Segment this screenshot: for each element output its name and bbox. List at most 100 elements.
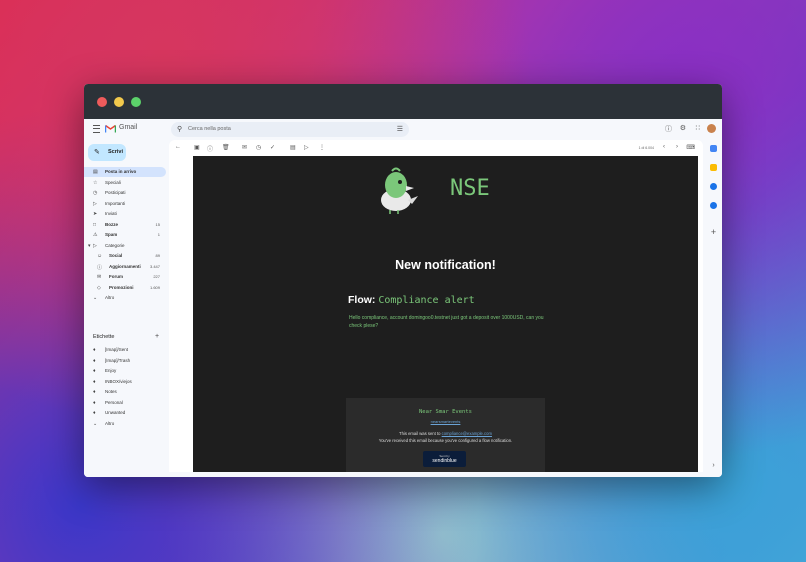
sidebar-item-spam[interactable]: ⚠ Spam 1 <box>84 230 166 240</box>
sidebar-item-label: Spam <box>105 232 118 237</box>
label-item-more[interactable]: ⌄ Altro <box>84 419 166 429</box>
sidebar-item-label: Forum <box>109 274 123 279</box>
chevron-right-icon[interactable]: › <box>676 144 678 150</box>
label-item-label: Enjoy <box>105 368 117 373</box>
label-tag-icon: ♦ <box>93 399 96 406</box>
label-item[interactable]: ♦ Personal <box>84 398 166 408</box>
maximize-window-button[interactable] <box>131 97 141 107</box>
chevron-down-icon[interactable]: ▾ <box>88 243 91 249</box>
sendinblue-badge[interactable]: Sent by sendinblue <box>423 451 466 467</box>
gmail-logo-text: Gmail <box>119 124 138 131</box>
label-item-label: Unwanted <box>105 410 126 415</box>
chevron-left-icon[interactable]: ‹ <box>663 144 665 150</box>
pencil-icon: ✎ <box>94 149 100 156</box>
sidebar-item-forums[interactable]: ✉ Forum 227 <box>84 272 166 282</box>
label-tag-icon: ♦ <box>93 347 96 353</box>
flow-name: Compliance alert <box>378 295 475 306</box>
pager-text: 1 di 6.004 <box>638 146 654 150</box>
keep-icon[interactable] <box>710 164 717 171</box>
move-to-icon[interactable]: ▤ <box>290 144 296 151</box>
sidebar-item-count: 227 <box>153 274 160 279</box>
sidebar-item-starred[interactable]: ☆ Speciali <box>84 178 166 188</box>
sidebar-item-more[interactable]: ⌄ Altro <box>84 293 166 303</box>
labels-heading: Etichette <box>93 334 115 340</box>
label-item[interactable]: ♦ INBOX/viejos <box>84 377 166 387</box>
sent-prefix: This email was sent to <box>399 431 441 436</box>
footer-sent-line: This email was sent to compliance@exampl… <box>346 431 545 436</box>
badge-name: sendinblue <box>432 458 457 464</box>
report-spam-icon[interactable]: ⓘ <box>207 144 213 153</box>
avatar[interactable] <box>707 124 716 133</box>
sidebar-item-snoozed[interactable]: ◷ Posticipati <box>84 188 166 198</box>
label-item-label: INBOX/viejos <box>105 378 132 384</box>
more-options-icon[interactable]: ⋮ <box>319 144 325 151</box>
add-addon-icon[interactable]: + <box>710 228 717 237</box>
email-body: NSE New notification! Flow: Compliance a… <box>193 156 698 472</box>
minimize-window-button[interactable] <box>114 97 124 107</box>
label-item-label: Personal <box>105 399 123 405</box>
label-item[interactable]: ♦ [Imap]/Trash <box>84 356 166 366</box>
delete-icon[interactable]: 🗑 <box>222 144 230 151</box>
side-panel: + › <box>704 140 722 477</box>
footer-reason: You've received this email because you'v… <box>378 438 513 443</box>
compose-button[interactable]: ✎ Scrivi <box>88 144 126 161</box>
snooze-icon[interactable]: ◷ <box>256 144 261 151</box>
sidebar-item-label: Promozioni <box>109 284 134 290</box>
label-icon[interactable]: ▷ <box>304 144 309 151</box>
footer-title: Near Smar Events <box>419 409 472 415</box>
label-item[interactable]: ♦ [Imap]/Sent <box>84 345 166 355</box>
back-arrow-icon[interactable]: ← <box>175 144 181 150</box>
sidebar-item-categories[interactable]: ▾ ▷ Categorie <box>84 241 166 251</box>
help-icon[interactable]: ⓘ <box>665 124 672 134</box>
search-input[interactable]: Cerca nella posta <box>188 126 231 132</box>
search-bar[interactable]: ⚲ Cerca nella posta ☰ <box>171 122 409 137</box>
archive-icon[interactable]: ▣ <box>194 144 200 151</box>
sidebar-item-label: Speciali <box>105 179 121 185</box>
calendar-icon[interactable] <box>710 145 717 152</box>
label-tag-icon: ♦ <box>93 378 96 385</box>
star-icon: ☆ <box>93 179 98 186</box>
info-icon: ⓘ <box>97 264 103 271</box>
sidebar-item-promotions[interactable]: ◇ Promozioni 1.609 <box>84 283 166 293</box>
add-task-icon[interactable]: ✓ <box>270 144 275 151</box>
label-tag-icon: ♦ <box>93 368 96 374</box>
tasks-icon[interactable] <box>710 183 717 190</box>
chevron-right-icon[interactable]: › <box>710 462 717 469</box>
gear-icon[interactable]: ⚙ <box>680 124 686 132</box>
chevron-down-icon: ⌄ <box>93 295 98 301</box>
label-icon: ▷ <box>93 242 97 249</box>
sidebar-item-count: 15 <box>155 221 160 227</box>
gmail-logo-icon[interactable] <box>105 124 116 133</box>
contacts-icon[interactable] <box>710 202 717 209</box>
sidebar-item-important[interactable]: ▷ Importanti <box>84 199 166 209</box>
chevron-down-icon: ⌄ <box>93 420 98 427</box>
flow-line: Flow: Compliance alert <box>348 294 475 306</box>
sidebar-item-drafts[interactable]: □ Bozze 15 <box>84 220 166 230</box>
footer-link[interactable]: nearsmartevents <box>346 419 545 424</box>
sidebar-item-label: Posta in arrivo <box>105 169 137 174</box>
search-icon[interactable]: ⚲ <box>177 125 182 133</box>
close-window-button[interactable] <box>97 97 107 107</box>
label-item[interactable]: ♦ Unwanted <box>84 408 166 418</box>
label-item[interactable]: ♦ Enjoy <box>84 366 166 376</box>
sidebar-item-social[interactable]: ☺ Social 89 <box>84 251 166 261</box>
search-options-icon[interactable]: ☰ <box>397 125 403 133</box>
sidebar-item-label: Inviati <box>105 211 117 216</box>
duck-mascot-icon <box>381 167 418 214</box>
sidebar-item-label: Posticipati <box>105 190 126 195</box>
label-item[interactable]: ♦ Notes <box>84 387 166 397</box>
sidebar-item-inbox[interactable]: ▤ Posta in arrivo <box>84 167 166 177</box>
notification-heading: New notification! <box>395 258 496 272</box>
apps-grid-icon[interactable]: ∷ <box>696 124 700 132</box>
compose-label: Scrivi <box>108 149 123 155</box>
sidebar-item-updates[interactable]: ⓘ Aggiornamenti 3.447 <box>84 262 166 272</box>
sidebar-item-label: Altro <box>105 295 115 300</box>
add-label-icon[interactable]: + <box>155 333 159 340</box>
recipient-address-link[interactable]: compliance@example.com <box>442 431 492 436</box>
menu-icon[interactable] <box>93 125 100 133</box>
mark-unread-icon[interactable]: ✉ <box>242 144 247 151</box>
input-tools-icon[interactable]: ⌨ <box>686 144 695 151</box>
sidebar-item-count: 89 <box>155 253 160 258</box>
sidebar-item-sent[interactable]: ➤ Inviati <box>84 209 166 219</box>
people-icon: ☺ <box>97 253 103 259</box>
